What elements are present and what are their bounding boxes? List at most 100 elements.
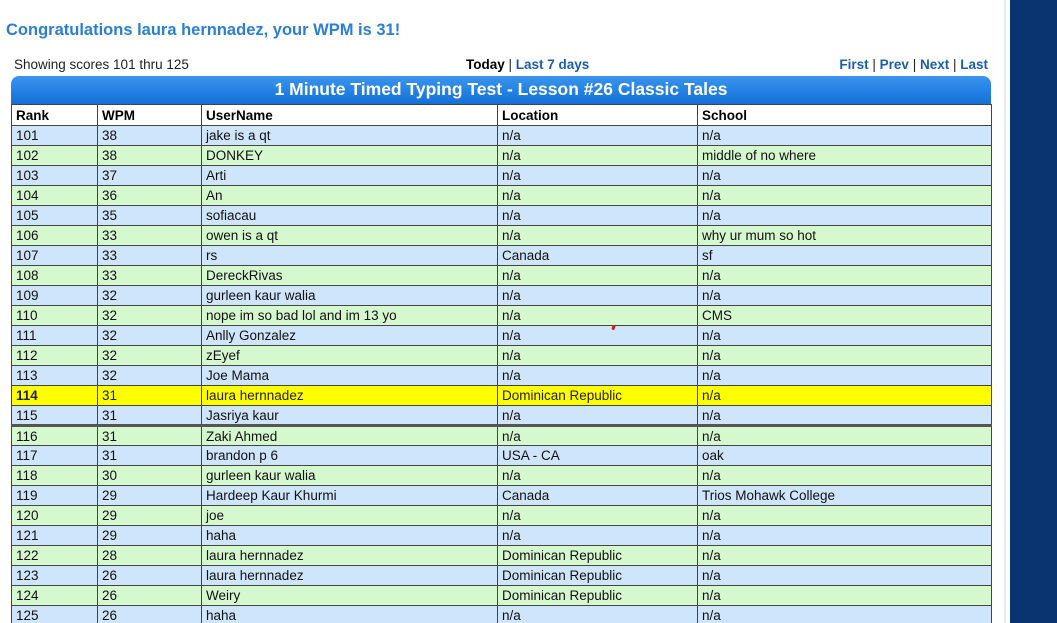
cell-rank: 125	[11, 605, 98, 623]
cell-rank: 109	[11, 285, 98, 306]
cell-location: n/a	[497, 305, 698, 326]
cell-school: middle of no where	[697, 145, 992, 166]
cell-username: haha	[201, 605, 498, 623]
pagination: First | Prev | Next | Last	[839, 57, 988, 72]
cell-school: n/a	[697, 505, 992, 526]
cell-wpm: 29	[97, 505, 202, 526]
cell-username: jake is a qt	[201, 125, 498, 146]
cell-rank: 107	[11, 245, 98, 266]
cell-school: n/a	[697, 345, 992, 366]
table-row: 125 26 haha n/a n/a	[11, 605, 992, 623]
table-row: 108 33 DereckRivas n/a n/a	[11, 265, 992, 286]
cell-location: n/a	[497, 205, 698, 226]
cell-rank: 104	[11, 185, 98, 206]
cell-rank: 103	[11, 165, 98, 186]
cell-location: n/a	[497, 345, 698, 366]
congratulations-message: Congratulations laura hernnadez, your WP…	[6, 21, 401, 39]
cell-location: n/a	[497, 365, 698, 386]
range-last-7-days-link[interactable]: Last 7 days	[516, 57, 590, 72]
cell-rank: 106	[11, 225, 98, 246]
cell-rank: 117	[11, 445, 98, 466]
cell-username: laura hernnadez	[201, 565, 498, 586]
table-row: 110 32 nope im so bad lol and im 13 yo n/a C…	[11, 305, 992, 326]
cell-username: DereckRivas	[201, 265, 498, 286]
cell-username: An	[201, 185, 498, 206]
cell-school: CMS	[697, 305, 992, 326]
pager-first-link[interactable]: First	[839, 57, 868, 72]
cell-username: nope im so bad lol and im 13 yo	[201, 305, 498, 326]
cell-username: zEyef	[201, 345, 498, 366]
cell-wpm: 26	[97, 565, 202, 586]
cell-rank: 114	[11, 385, 98, 406]
cell-rank: 112	[11, 345, 98, 366]
cell-wpm: 32	[97, 285, 202, 306]
cell-wpm: 29	[97, 485, 202, 506]
cell-school: n/a	[697, 365, 992, 386]
cell-rank: 115	[11, 405, 98, 426]
cell-username: Joe Mama	[201, 365, 498, 386]
scores-table-container: 1 Minute Timed Typing Test - Lesson #26 …	[11, 76, 992, 623]
pager-next-link[interactable]: Next	[920, 57, 949, 72]
cell-username: rs	[201, 245, 498, 266]
cell-school: n/a	[697, 165, 992, 186]
cell-username: laura hernnadez	[201, 385, 498, 406]
cell-school: n/a	[697, 545, 992, 566]
cell-location: n/a	[497, 225, 698, 246]
table-row: 119 29 Hardeep Kaur Khurmi Canada Trios Moha…	[11, 485, 992, 506]
cell-school: n/a	[697, 465, 992, 486]
header-school: School	[697, 104, 992, 126]
cell-school: n/a	[697, 605, 992, 623]
cell-rank: 116	[11, 424, 98, 446]
cell-wpm: 31	[97, 405, 202, 426]
cell-username: Jasriya kaur	[201, 405, 498, 426]
table-row: 107 33 rs Canada sf	[11, 245, 992, 266]
cell-rank: 122	[11, 545, 98, 566]
cell-username: joe	[201, 505, 498, 526]
header-username: UserName	[201, 104, 498, 126]
cell-rank: 118	[11, 465, 98, 486]
cell-wpm: 32	[97, 305, 202, 326]
cell-location: Dominican Republic	[497, 585, 698, 606]
cell-rank: 124	[11, 585, 98, 606]
cell-location: n/a	[497, 465, 698, 486]
table-row: 112 32 zEyef n/a n/a	[11, 345, 992, 366]
table-row: 123 26 laura hernnadez Dominican Republic n/…	[11, 565, 992, 586]
cell-location: Canada	[497, 245, 698, 266]
table-row: 117 31 brandon p 6 USA - CA oak	[11, 445, 992, 466]
cell-rank: 120	[11, 505, 98, 526]
cell-school: n/a	[697, 265, 992, 286]
table-row: 106 33 owen is a qt n/a why ur mum so hot	[11, 225, 992, 246]
cell-location: Canada	[497, 485, 698, 506]
table-row: 118 30 gurleen kaur walia n/a n/a	[11, 465, 992, 486]
cell-rank: 111	[11, 325, 98, 346]
cell-rank: 105	[11, 205, 98, 226]
cell-wpm: 35	[97, 205, 202, 226]
cell-school: sf	[697, 245, 992, 266]
cell-username: brandon p 6	[201, 445, 498, 466]
cell-location: n/a	[497, 285, 698, 306]
cell-wpm: 32	[97, 365, 202, 386]
cell-location: n/a	[497, 145, 698, 166]
table-row: 120 29 joe n/a n/a	[11, 505, 992, 526]
cell-username: owen is a qt	[201, 225, 498, 246]
cell-location: Dominican Republic	[497, 545, 698, 566]
pager-last-link[interactable]: Last	[960, 57, 988, 72]
cell-school: why ur mum so hot	[697, 225, 992, 246]
pager-prev-link[interactable]: Prev	[880, 57, 909, 72]
cell-school: n/a	[697, 405, 992, 426]
cell-rank: 102	[11, 145, 98, 166]
table-row: 105 35 sofiacau n/a n/a	[11, 205, 992, 226]
cell-school: n/a	[697, 125, 992, 146]
cell-rank: 101	[11, 125, 98, 146]
cell-school: n/a	[697, 205, 992, 226]
cell-username: gurleen kaur walia	[201, 285, 498, 306]
table-row: 122 28 laura hernnadez Dominican Republic n/…	[11, 545, 992, 566]
cell-username: sofiacau	[201, 205, 498, 226]
cell-school: n/a	[697, 525, 992, 546]
pager-separator: |	[949, 57, 961, 72]
header-location: Location	[497, 104, 698, 126]
cell-location: n/a	[497, 325, 698, 346]
range-today: Today	[466, 57, 505, 72]
cell-school: Trios Mohawk College	[697, 485, 992, 506]
cell-wpm: 28	[97, 545, 202, 566]
